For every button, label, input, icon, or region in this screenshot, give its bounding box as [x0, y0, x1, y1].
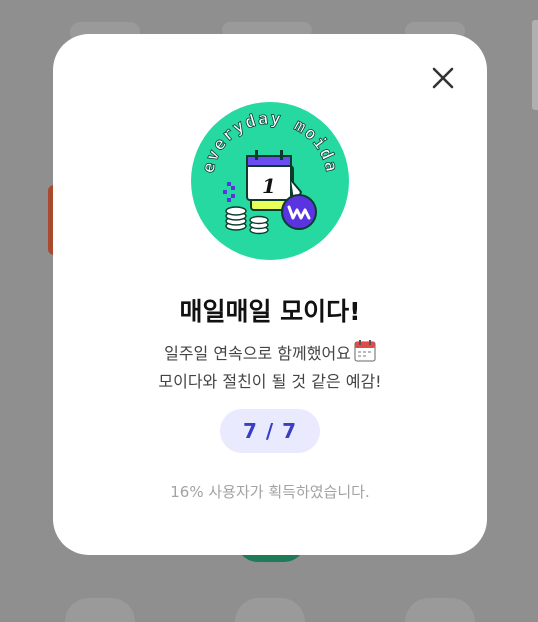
achievement-stat: 16% 사용자가 획득하였습니다.: [170, 483, 370, 501]
description-line-1-text: 일주일 연속으로 함께했어요: [164, 344, 351, 363]
achievement-modal: everyday moida 1 매일매일 모이다! 일주일 연속으로 함께했어…: [53, 34, 487, 555]
close-icon: [432, 67, 454, 89]
background-item: [235, 598, 305, 622]
achievement-description: 일주일 연속으로 함께했어요 모이다와 절친이 될 것 같은 예감!: [53, 340, 487, 396]
background-item: [65, 598, 135, 622]
achievement-badge: everyday moida 1: [191, 102, 349, 260]
background-item: [532, 20, 538, 110]
achievement-title: 매일매일 모이다!: [179, 297, 361, 326]
close-button[interactable]: [427, 62, 459, 94]
calendar-day: 1: [262, 174, 276, 198]
calendar-emoji-icon: [354, 340, 376, 362]
description-line-1: 일주일 연속으로 함께했어요: [53, 340, 487, 368]
progress-pill: 7 / 7: [220, 409, 320, 453]
description-line-2: 모이다와 절친이 될 것 같은 예감!: [158, 372, 382, 391]
background-item: [405, 598, 475, 622]
moida-logo-icon: [281, 194, 317, 230]
